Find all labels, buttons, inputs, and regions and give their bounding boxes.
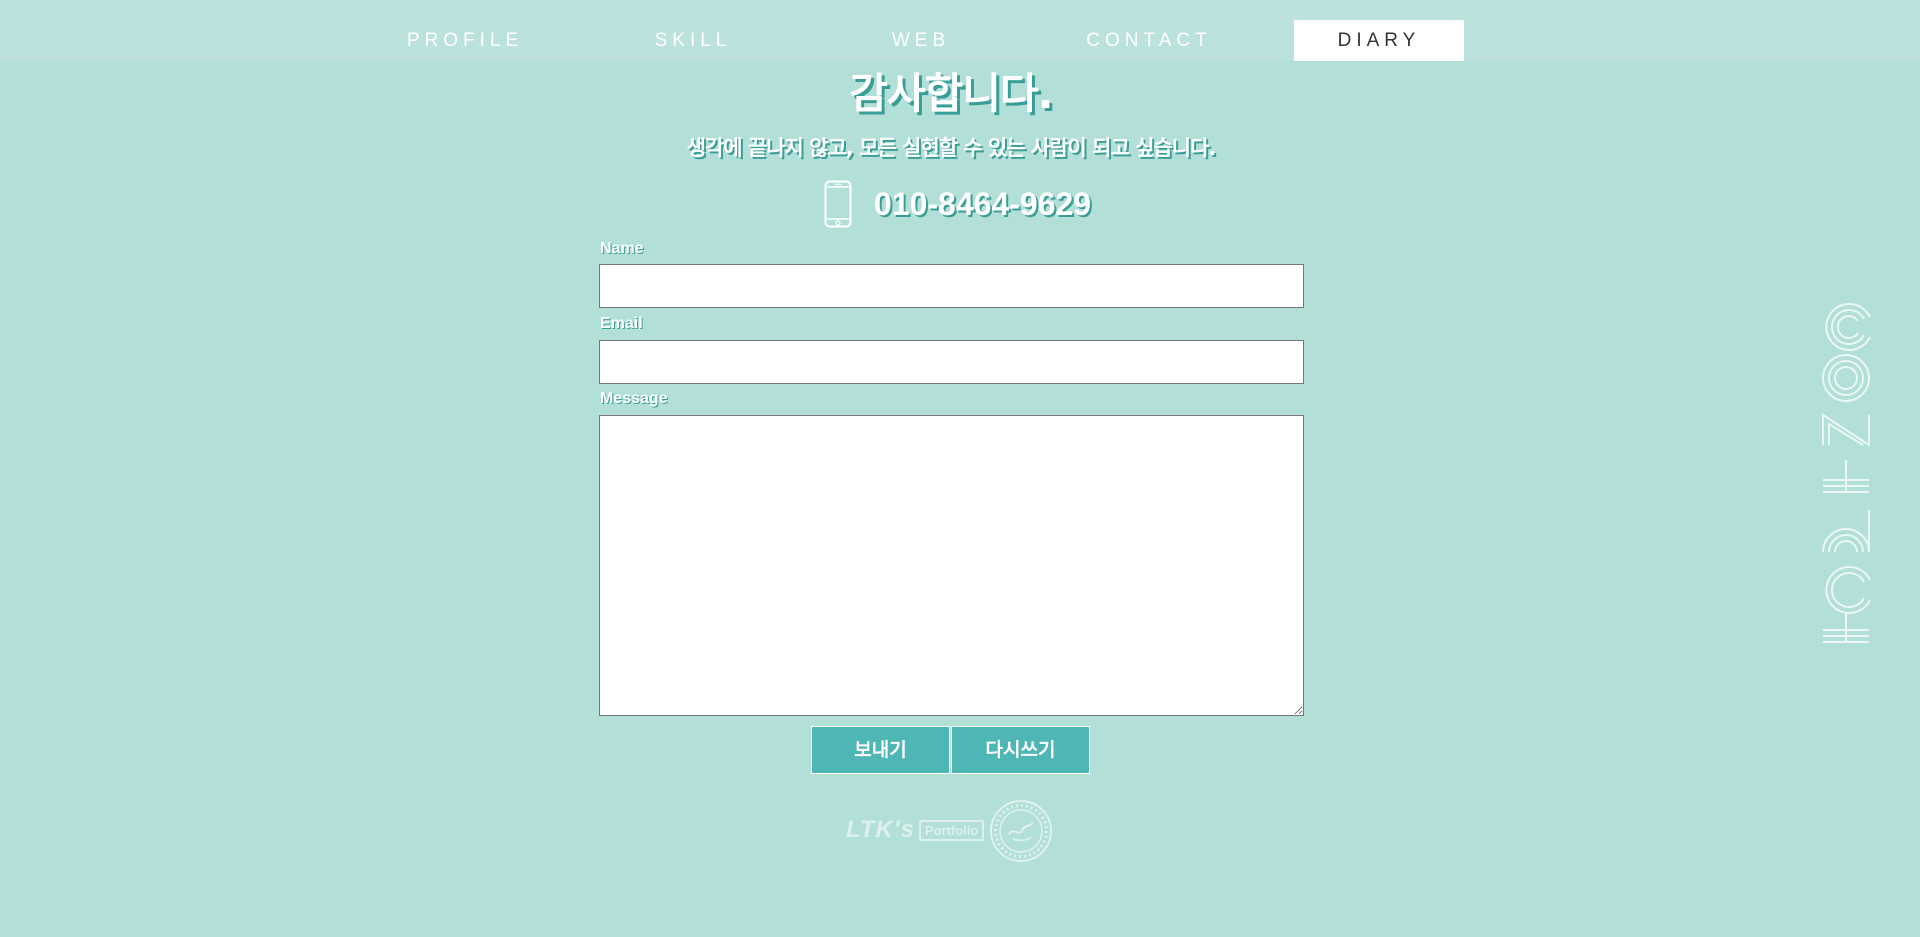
nav-item-web[interactable]: WEB — [832, 20, 1010, 61]
nav-item-skill[interactable]: SKILL — [604, 20, 782, 61]
logo-main-text: LTK's — [846, 816, 915, 843]
email-field[interactable] — [599, 340, 1304, 384]
smartphone-icon — [824, 180, 852, 228]
footer-logo: LTK's Portfolio — [846, 816, 985, 844]
nav-item-profile[interactable]: PROFILE — [376, 20, 554, 61]
reset-button[interactable]: 다시쓰기 — [951, 726, 1090, 774]
name-label: Name — [600, 240, 644, 257]
circular-seal-icon — [990, 800, 1052, 862]
top-navbar: PROFILE SKILL WEB CONTACT DIARY — [0, 0, 1920, 61]
phone-contact: 010-8464-9629 — [824, 180, 1091, 228]
email-label: Email — [600, 315, 643, 332]
logo-sub-text: Portfolio — [918, 819, 985, 841]
page-subtitle: 생각에 끝나지 않고, 모든 실현할 수 있는 사람이 되고 싶습니다. — [686, 136, 1217, 160]
send-button[interactable]: 보내기 — [811, 726, 950, 774]
page-title: 감사합니다. — [849, 69, 1053, 118]
phone-number: 010-8464-9629 — [874, 185, 1092, 222]
name-field[interactable] — [599, 264, 1304, 308]
message-label: Message — [600, 390, 668, 407]
nav-item-diary[interactable]: DIARY — [1294, 20, 1464, 61]
message-field[interactable] — [599, 415, 1304, 716]
vertical-contact-wordmark — [1822, 303, 1871, 643]
nav-item-contact[interactable]: CONTACT — [1060, 20, 1238, 61]
